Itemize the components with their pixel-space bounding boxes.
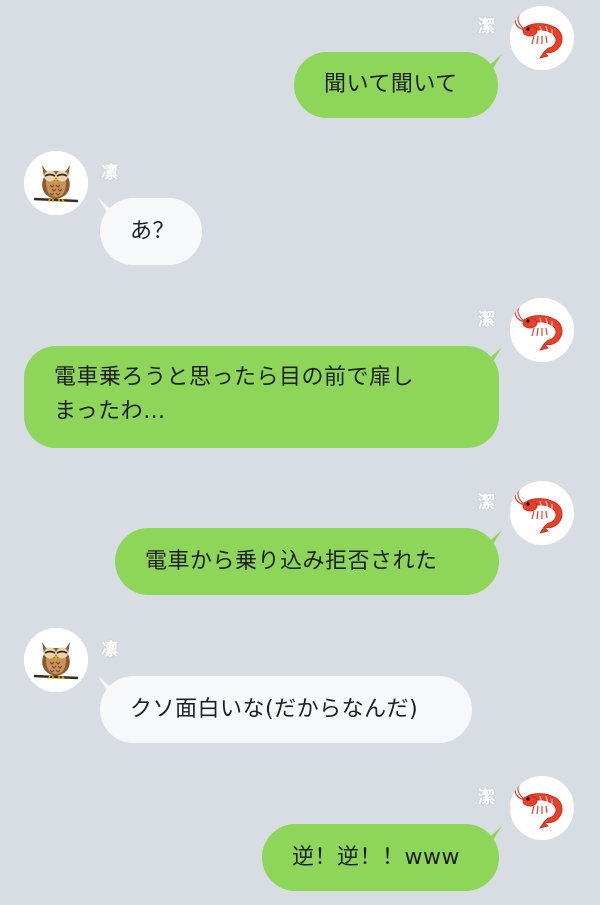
- message-line: 電車乗ろうと思ったら目の前で扉し: [54, 365, 415, 390]
- shrimp-icon[interactable]: [510, 481, 574, 545]
- message-bubble[interactable]: 逆！逆！！www: [262, 824, 499, 891]
- message-bubble[interactable]: クソ面白いな(だからなんだ): [100, 676, 472, 743]
- sender-name: 潔: [478, 310, 495, 330]
- message-bubble[interactable]: 聞いて聞いて: [294, 52, 498, 118]
- sender-name: 潔: [478, 17, 495, 37]
- sender-name: 潔: [478, 493, 495, 513]
- sender-name: 凛: [101, 163, 118, 183]
- sender-name: 潔: [478, 788, 495, 808]
- message-bubble[interactable]: あ？: [100, 198, 202, 265]
- message-bubble[interactable]: 電車から乗り込み拒否された: [115, 528, 499, 595]
- shrimp-icon[interactable]: [510, 298, 574, 362]
- owl-icon[interactable]: [24, 151, 88, 215]
- owl-icon[interactable]: [24, 628, 88, 692]
- sender-name: 凛: [101, 640, 118, 660]
- message-line: まったわ…: [54, 399, 166, 424]
- message-bubble[interactable]: 電車乗ろうと思ったら目の前で扉し まったわ…: [24, 346, 499, 448]
- shrimp-icon[interactable]: [510, 6, 574, 70]
- shrimp-icon[interactable]: [510, 776, 574, 840]
